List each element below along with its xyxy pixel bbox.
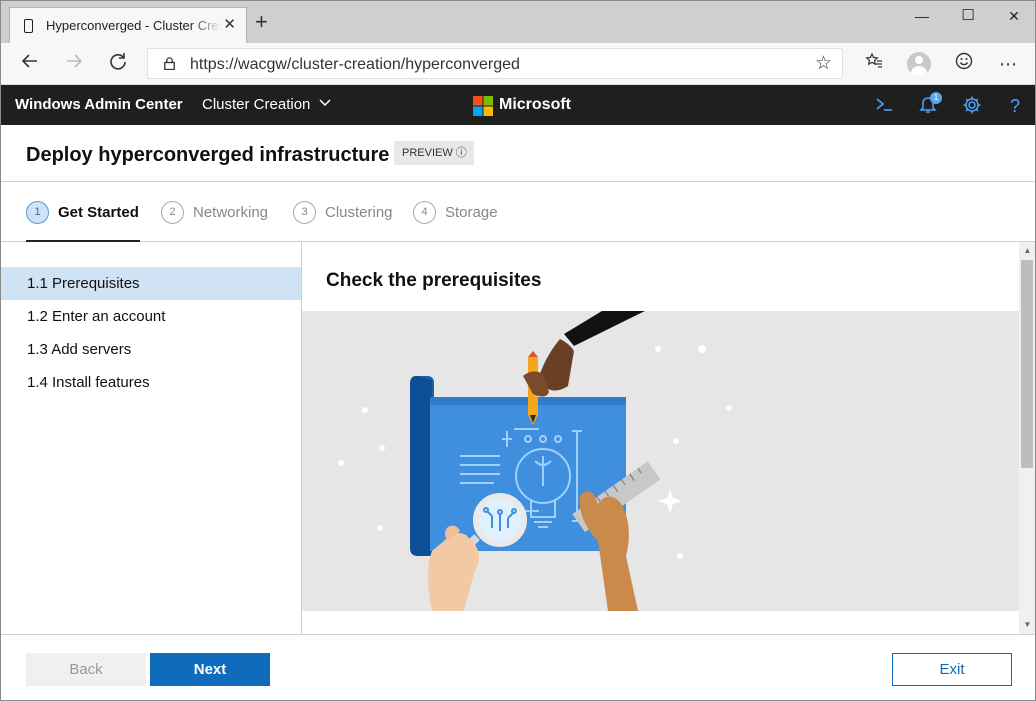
- step-get-started[interactable]: 1 Get Started: [26, 201, 141, 225]
- powershell-icon[interactable]: [873, 95, 895, 117]
- browser-tab[interactable]: Hyperconverged - Cluster Creation ✕: [9, 7, 247, 43]
- breadcrumb-dropdown[interactable]: Cluster Creation: [202, 96, 310, 113]
- section-heading: Check the prerequisites: [326, 270, 542, 291]
- step-label: Clustering: [325, 204, 393, 221]
- wizard-footer: Back Next Exit: [1, 634, 1035, 700]
- settings-icon[interactable]: [961, 95, 983, 117]
- page-title: Deploy hyperconverged infrastructure: [26, 144, 390, 166]
- minimize-icon[interactable]: —: [899, 1, 945, 33]
- step-clustering[interactable]: 3 Clustering: [293, 201, 393, 225]
- lock-icon: [164, 57, 175, 70]
- content-scrollbar[interactable]: ▲ ▼: [1019, 242, 1035, 634]
- step-label: Get Started: [58, 204, 139, 221]
- browser-window: Hyperconverged - Cluster Creation ✕ + — …: [0, 0, 1036, 701]
- tab-close-icon[interactable]: ✕: [223, 16, 236, 34]
- main-content: Check the prerequisites: [302, 242, 1019, 634]
- back-icon[interactable]: [15, 51, 45, 77]
- address-bar[interactable]: https://wacgw/cluster-creation/hyperconv…: [147, 48, 843, 79]
- app-header: Windows Admin Center Cluster Creation Mi…: [1, 85, 1035, 125]
- maximize-icon[interactable]: ☐: [945, 1, 991, 33]
- feedback-icon[interactable]: [949, 51, 979, 77]
- scroll-up-icon[interactable]: ▲: [1019, 246, 1035, 255]
- microsoft-wordmark: Microsoft: [499, 96, 571, 113]
- tab-strip: Hyperconverged - Cluster Creation ✕ + — …: [1, 1, 1035, 43]
- blueprint-lightbulb-icon: [338, 311, 732, 611]
- navigation-bar: https://wacgw/cluster-creation/hyperconv…: [1, 43, 1035, 85]
- profile-icon[interactable]: [907, 52, 931, 76]
- step-number: 1: [26, 201, 49, 224]
- favorite-star-icon[interactable]: ☆: [815, 52, 832, 75]
- step-number: 2: [161, 201, 184, 224]
- help-icon[interactable]: ?: [1004, 95, 1026, 117]
- forward-icon[interactable]: [59, 51, 89, 77]
- substep-nav: 1.1 Prerequisites 1.2 Enter an account 1…: [1, 242, 302, 634]
- new-tab-icon[interactable]: +: [255, 10, 268, 34]
- step-number: 3: [293, 201, 316, 224]
- step-label: Networking: [193, 204, 269, 221]
- favorites-icon[interactable]: [859, 51, 889, 77]
- nav-item-enter-account[interactable]: 1.2 Enter an account: [1, 300, 301, 333]
- prerequisites-illustration: [302, 311, 1019, 611]
- page-header: Deploy hyperconverged infrastructure PRE…: [1, 125, 1035, 182]
- notification-count-badge: 1: [930, 92, 942, 104]
- scrollbar-thumb[interactable]: [1021, 260, 1033, 468]
- wizard-stepper: 1 Get Started 2 Networking 3 Clustering …: [1, 182, 1035, 242]
- window-close-icon[interactable]: ✕: [991, 1, 1035, 33]
- refresh-icon[interactable]: [103, 51, 133, 77]
- step-label: Storage: [445, 204, 498, 221]
- page-favicon-icon: [24, 19, 33, 33]
- more-icon[interactable]: ⋯: [993, 51, 1023, 77]
- preview-badge[interactable]: PREVIEW ⓘ: [394, 141, 474, 165]
- step-networking[interactable]: 2 Networking: [161, 201, 273, 225]
- app-title[interactable]: Windows Admin Center: [15, 96, 183, 113]
- nav-item-prerequisites[interactable]: 1.1 Prerequisites: [1, 267, 301, 300]
- url-text: https://wacgw/cluster-creation/hyperconv…: [190, 56, 520, 73]
- back-button[interactable]: Back: [26, 653, 146, 686]
- next-button[interactable]: Next: [150, 653, 270, 686]
- nav-item-install-features[interactable]: 1.4 Install features: [1, 366, 301, 399]
- step-number: 4: [413, 201, 436, 224]
- exit-button[interactable]: Exit: [892, 653, 1012, 686]
- step-storage[interactable]: 4 Storage: [413, 201, 499, 225]
- nav-item-add-servers[interactable]: 1.3 Add servers: [1, 333, 301, 366]
- microsoft-logo-icon: [473, 96, 493, 116]
- scroll-down-icon[interactable]: ▼: [1019, 620, 1035, 629]
- chevron-down-icon[interactable]: [319, 99, 331, 107]
